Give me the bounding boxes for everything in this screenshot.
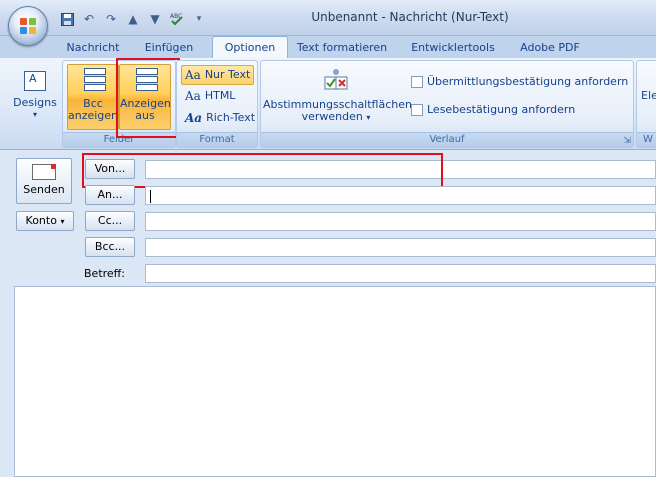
group-label-format: Format [177, 132, 257, 147]
bcc-field[interactable] [145, 238, 656, 257]
group-verlauf: Abstimmungsschaltflächen verwenden ▾ Übe… [260, 60, 634, 148]
checkbox-label: Lesebestätigung anfordern [427, 103, 576, 116]
bcc-field-icon [80, 68, 106, 96]
designs-label: Designs [13, 96, 57, 109]
group-designs: A Designs ▾ [8, 60, 60, 146]
format-option-label: Rich-Text [206, 111, 256, 124]
bcc-line2: anzeigen [68, 109, 119, 122]
checkbox-icon [411, 104, 423, 116]
abstimmungsschaltflaechen-button[interactable]: Abstimmungsschaltflächen verwenden ▾ [263, 64, 412, 130]
checkbox-label: Übermittlungsbestätigung anfordern [427, 75, 629, 88]
message-body[interactable] [14, 286, 656, 477]
plain-text-icon: Aa [185, 68, 201, 82]
redo-icon[interactable]: ↷ [102, 11, 120, 27]
read-receipt-checkbox[interactable]: Lesebestätigung anfordern [411, 101, 575, 119]
subject-label: Betreff: [84, 267, 125, 280]
save-icon[interactable] [58, 11, 76, 27]
format-option-label: Nur Text [204, 68, 251, 81]
highlight-box-von [82, 153, 443, 188]
group-label-verlauf: Verlauf [261, 132, 633, 147]
group-cut-off: Ele W [636, 60, 656, 148]
html-icon: Aa [185, 89, 201, 103]
account-button[interactable]: Konto ▾ [16, 211, 74, 231]
voting-line2: verwenden ▾ [301, 110, 371, 123]
format-option-nur-text[interactable]: Aa Nur Text [181, 65, 255, 85]
send-button[interactable]: Senden [16, 158, 72, 204]
ribbon-tab-bar: Nachricht Einfügen Optionen Text formati… [0, 36, 656, 60]
ribbon: A Designs ▾ Bcc anzeigen Anzeigen aus Fe… [0, 58, 656, 150]
tab-einfuegen[interactable]: Einfügen [136, 38, 202, 58]
tab-text-formatieren[interactable]: Text formatieren [294, 38, 390, 58]
subject-field[interactable] [145, 264, 656, 283]
chevron-down-icon: ▾ [60, 217, 65, 226]
theme-icon: A [24, 71, 46, 91]
dialog-launcher-icon[interactable]: ⇲ [623, 136, 631, 146]
send-label: Senden [23, 183, 65, 196]
arrow-up-icon[interactable]: ▲ [124, 11, 142, 27]
highlight-box-anzeigen [116, 58, 180, 138]
quick-access-toolbar: ↶ ↷ ▲ ▼ ABC ▾ [58, 11, 208, 27]
send-envelope-icon [32, 164, 56, 180]
rich-text-icon: Aa [185, 111, 203, 125]
cc-button[interactable]: Cc... [85, 211, 135, 231]
group-format: Aa Nur Text Aa HTML Aa Rich-Text Format [176, 60, 258, 148]
bcc-button[interactable]: Bcc... [85, 237, 135, 257]
account-label: Konto [25, 214, 57, 227]
tab-entwicklertools[interactable]: Entwicklertools [404, 38, 502, 58]
cut-off-label: Ele [641, 89, 656, 102]
chevron-down-icon: ▾ [32, 110, 37, 119]
format-option-rich-text[interactable]: Aa Rich-Text [185, 109, 255, 127]
arrow-down-icon[interactable]: ▼ [146, 11, 164, 27]
qat-dropdown-icon[interactable]: ▾ [190, 11, 208, 27]
group-label-cut-off: W [637, 132, 656, 147]
format-option-html[interactable]: Aa HTML [185, 87, 235, 105]
checkbox-icon [411, 76, 423, 88]
voting-buttons-icon [321, 67, 351, 95]
tab-nachricht[interactable]: Nachricht [60, 38, 126, 58]
spellcheck-icon[interactable]: ABC [168, 11, 186, 27]
designs-button[interactable]: A Designs ▾ [12, 63, 58, 127]
undo-icon[interactable]: ↶ [80, 11, 98, 27]
chevron-down-icon: ▾ [366, 113, 371, 122]
tab-optionen[interactable]: Optionen [212, 36, 288, 60]
cc-field[interactable] [145, 212, 656, 231]
window-title: Unbenannt - Nachricht (Nur-Text) [311, 10, 509, 24]
an-button[interactable]: An... [85, 185, 135, 205]
delivery-receipt-checkbox[interactable]: Übermittlungsbestätigung anfordern [411, 73, 628, 91]
format-option-label: HTML [204, 89, 236, 102]
text-cursor [150, 190, 151, 203]
office-button[interactable] [8, 6, 48, 46]
tab-adobe-pdf[interactable]: Adobe PDF [512, 38, 588, 58]
bcc-anzeigen-button[interactable]: Bcc anzeigen [67, 64, 119, 130]
an-field[interactable] [145, 186, 656, 205]
